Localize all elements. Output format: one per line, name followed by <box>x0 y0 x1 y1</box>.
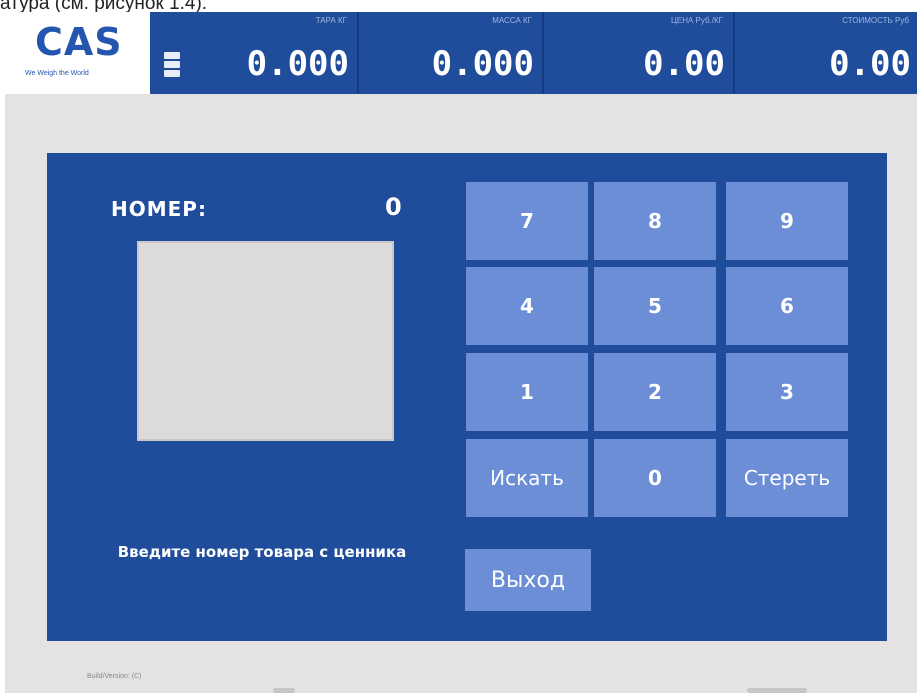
price-label: ЦЕНА Руб./КГ <box>670 16 723 25</box>
key-9[interactable]: 9 <box>726 182 848 260</box>
clear-button[interactable]: Стереть <box>726 439 848 517</box>
cas-logo-icon: CAS We Weigh the World <box>5 12 150 94</box>
key-1[interactable]: 1 <box>466 353 588 431</box>
tare-value: 0.000 <box>246 44 349 84</box>
product-search-dialog: НОМЕР: 0 Введите номер товара с ценника … <box>47 153 887 641</box>
cost-field: СТОИМОСТЬ Руб 0.00 <box>735 12 917 94</box>
tare-label: ТАРА КГ <box>315 16 347 25</box>
cost-label: СТОИМОСТЬ Руб <box>842 16 909 25</box>
key-2[interactable]: 2 <box>594 353 716 431</box>
search-button[interactable]: Искать <box>466 439 588 517</box>
product-preview-box <box>137 241 394 441</box>
key-7[interactable]: 7 <box>466 182 588 260</box>
mass-label: МАССА КГ <box>492 16 532 25</box>
logo-tagline: We Weigh the World <box>25 70 89 77</box>
key-0[interactable]: 0 <box>594 439 716 517</box>
weight-display-bar: CAS We Weigh the World ТАРА КГ 0.000 МАС… <box>5 12 917 94</box>
mass-field: МАССА КГ 0.000 <box>359 12 540 94</box>
key-5[interactable]: 5 <box>594 267 716 345</box>
mass-value: 0.000 <box>431 44 534 84</box>
price-value: 0.00 <box>643 44 725 84</box>
footer-indicator <box>747 688 807 693</box>
footer-version: Build/Version: (C) <box>87 673 142 680</box>
scale-screen: CAS We Weigh the World ТАРА КГ 0.000 МАС… <box>5 12 917 693</box>
cost-value: 0.00 <box>829 44 911 84</box>
number-value: 0 <box>385 193 402 221</box>
logo-text: CAS <box>35 20 123 64</box>
footer-indicator <box>273 688 295 693</box>
exit-button[interactable]: Выход <box>465 549 591 611</box>
mode-indicator-icon <box>164 52 180 82</box>
key-6[interactable]: 6 <box>726 267 848 345</box>
tare-field: ТАРА КГ 0.000 <box>195 12 355 94</box>
key-3[interactable]: 3 <box>726 353 848 431</box>
instruction-text: Введите номер товара с ценника <box>117 543 407 561</box>
number-label: НОМЕР: <box>111 197 207 221</box>
key-8[interactable]: 8 <box>594 182 716 260</box>
price-field: ЦЕНА Руб./КГ 0.00 <box>544 12 731 94</box>
key-4[interactable]: 4 <box>466 267 588 345</box>
